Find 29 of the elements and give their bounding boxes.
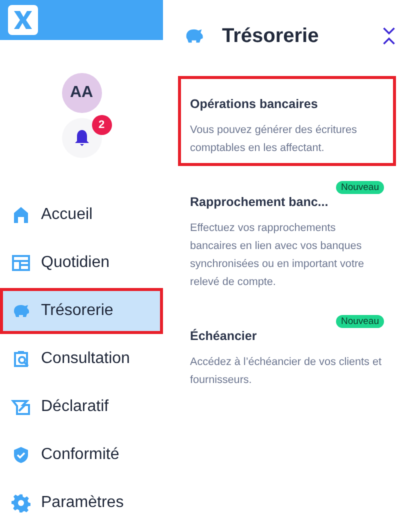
card-description: Vous pouvez générer des écritures comptables en les affectant.: [190, 123, 358, 156]
calendar-icon: [11, 253, 31, 273]
menu-card[interactable]: Rapprochement banc... Nouveau Effectuez vos rapprochements bancaires en lien avec vos banques synchronisées ou en important votre relevé de compte.: [178, 174, 396, 300]
nav-item[interactable]: Déclaratif: [0, 384, 163, 430]
shield-icon: [11, 445, 31, 465]
card-title: Échéancier: [190, 329, 257, 343]
card-title: Rapprochement banc...: [190, 195, 328, 209]
menu-card[interactable]: Opérations bancaires Vous pouvez générer des écritures comptables en les affectant.: [178, 76, 396, 166]
form-icon: [11, 397, 31, 417]
card-title: Opérations bancaires: [190, 97, 318, 111]
clipboard-search-icon: [11, 349, 31, 369]
nav-item[interactable]: Trésorerie: [0, 288, 163, 334]
nav-item[interactable]: Consultation: [0, 336, 163, 382]
nav-item[interactable]: Quotidien: [0, 240, 163, 286]
collapse-icon[interactable]: [382, 25, 396, 47]
new-badge: Nouveau: [336, 181, 384, 194]
notification-count: 2: [92, 115, 112, 135]
logo-icon[interactable]: [8, 5, 38, 35]
home-icon: [11, 205, 31, 225]
card-description: Accédez à l’échéancier de vos clients et fournisseurs.: [190, 355, 382, 388]
panel-title: Trésorerie: [222, 24, 320, 48]
card-description: Effectuez vos rapprochements bancaires en lien avec vos banques synchronisées ou en important votre relevé de compte.: [190, 221, 366, 290]
nav-item[interactable]: Paramètres: [0, 480, 163, 526]
menu-card[interactable]: Échéancier Nouveau Accédez à l’échéancier de vos clients et fournisseurs.: [178, 308, 396, 398]
avatar[interactable]: AA: [62, 73, 102, 113]
nav-item[interactable]: Accueil: [0, 192, 163, 238]
gear-icon: [11, 493, 31, 513]
nav-item[interactable]: Conformité: [0, 432, 163, 478]
new-badge: Nouveau: [336, 315, 384, 328]
